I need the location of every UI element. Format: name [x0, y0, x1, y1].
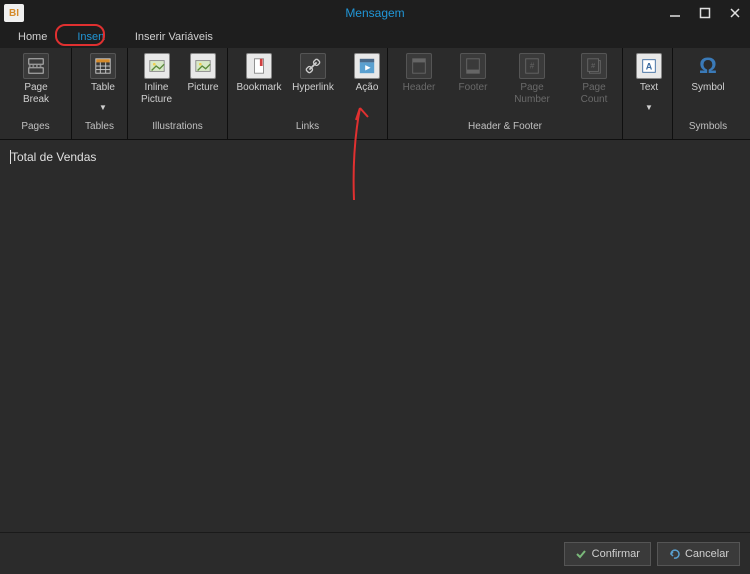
group-header-footer-label: Header & Footer	[388, 121, 622, 139]
page-count-label: Page Count	[570, 82, 618, 106]
svg-text:A: A	[646, 62, 653, 72]
undo-icon	[668, 548, 680, 560]
inline-picture-label: Inline Picture	[138, 82, 175, 106]
header-label: Header	[403, 82, 436, 106]
action-icon	[354, 53, 380, 79]
bookmark-button[interactable]: Bookmark	[234, 51, 284, 108]
inline-picture-button[interactable]: Inline Picture	[134, 51, 179, 108]
footer-button: Footer	[448, 51, 498, 108]
group-text: A Text ▼	[623, 48, 673, 139]
svg-text:#: #	[591, 61, 595, 70]
symbol-button[interactable]: Ω Symbol	[679, 51, 737, 108]
inline-picture-icon	[144, 53, 170, 79]
header-icon	[406, 53, 432, 79]
window-title: Mensagem	[0, 6, 750, 20]
action-button[interactable]: Ação	[342, 51, 392, 108]
symbol-icon: Ω	[695, 53, 721, 79]
page-number-button: # Page Number	[502, 51, 562, 108]
page-break-icon	[23, 53, 49, 79]
editor-area[interactable]: Total de Vendas	[0, 140, 750, 532]
action-label: Ação	[356, 82, 379, 106]
text-icon: A	[636, 53, 662, 79]
header-button: Header	[394, 51, 444, 108]
bookmark-label: Bookmark	[237, 82, 282, 106]
group-header-footer: Header Footer # Page Number # Page Count…	[388, 48, 623, 139]
close-button[interactable]	[720, 0, 750, 26]
symbol-label: Symbol	[691, 82, 724, 106]
group-illustrations: Inline Picture Picture Illustrations	[128, 48, 228, 139]
cancel-button[interactable]: Cancelar	[657, 542, 740, 566]
group-tables-label: Tables	[72, 121, 127, 139]
page-break-label: Page Break	[10, 82, 62, 106]
confirm-button[interactable]: Confirmar	[564, 542, 651, 566]
hyperlink-button[interactable]: Hyperlink	[288, 51, 338, 108]
table-icon	[90, 53, 116, 79]
table-button[interactable]: Table ▼	[78, 51, 128, 114]
titlebar: BI Mensagem	[0, 0, 750, 26]
page-number-icon: #	[519, 53, 545, 79]
confirm-label: Confirmar	[592, 548, 640, 560]
page-break-button[interactable]: Page Break	[6, 51, 66, 108]
text-button[interactable]: A Text ▼	[629, 51, 669, 114]
group-illustrations-label: Illustrations	[128, 121, 227, 139]
check-icon	[575, 548, 587, 560]
chevron-down-icon: ▼	[99, 104, 107, 112]
page-count-button: # Page Count	[566, 51, 622, 108]
tab-insert-variables[interactable]: Inserir Variáveis	[129, 29, 219, 45]
group-pages-label: Pages	[0, 121, 71, 139]
group-symbols-label: Symbols	[673, 121, 743, 139]
page-count-icon: #	[581, 53, 607, 79]
minimize-button[interactable]	[660, 0, 690, 26]
hyperlink-label: Hyperlink	[292, 82, 334, 106]
page-number-label: Page Number	[506, 82, 558, 106]
svg-text:#: #	[530, 62, 535, 71]
chevron-down-icon: ▼	[645, 104, 653, 112]
picture-label: Picture	[187, 82, 218, 106]
bookmark-icon	[246, 53, 272, 79]
group-links-label: Links	[228, 121, 387, 139]
dialog-footer: Confirmar Cancelar	[0, 532, 750, 574]
group-symbols: Ω Symbol Symbols	[673, 48, 743, 139]
group-pages: Page Break Pages	[0, 48, 72, 139]
group-text-label	[623, 121, 672, 139]
footer-icon	[460, 53, 486, 79]
group-tables: Table ▼ Tables	[72, 48, 128, 139]
tab-home[interactable]: Home	[12, 29, 53, 45]
picture-icon	[190, 53, 216, 79]
group-links: Bookmark Hyperlink Ação Links	[228, 48, 388, 139]
footer-label: Footer	[459, 82, 488, 106]
hyperlink-icon	[300, 53, 326, 79]
maximize-button[interactable]	[690, 0, 720, 26]
editor-content: Total de Vendas	[10, 150, 96, 164]
ribbon: Page Break Pages Table ▼ Tables Inline P…	[0, 48, 750, 140]
tab-insert[interactable]: Insert	[71, 29, 111, 45]
ribbon-tabs: Home Insert Inserir Variáveis	[0, 26, 750, 48]
window-controls	[660, 0, 750, 26]
app-logo: BI	[4, 4, 24, 22]
cancel-label: Cancelar	[685, 548, 729, 560]
picture-button[interactable]: Picture	[183, 51, 223, 108]
